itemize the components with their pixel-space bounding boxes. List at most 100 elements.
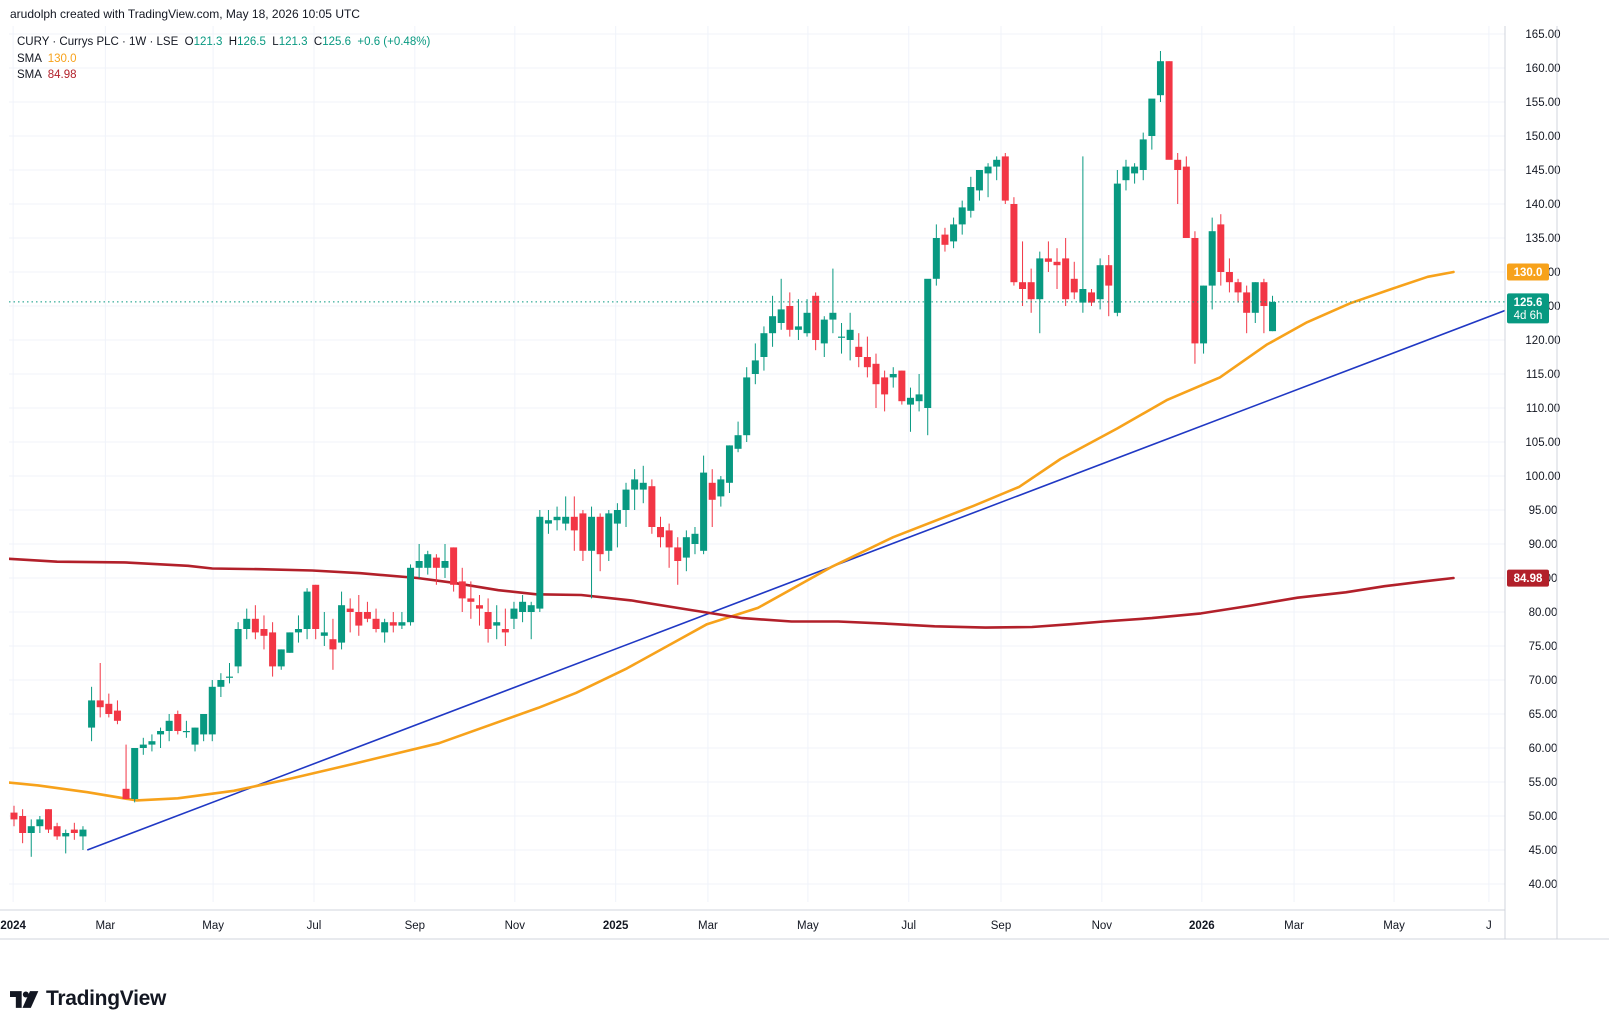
candle-body: [820, 319, 828, 344]
y-tick-label: 115.00: [1526, 369, 1560, 381]
candle-body: [648, 486, 656, 527]
candle-up: [536, 510, 544, 612]
candle-up: [131, 748, 139, 803]
candle-body: [389, 622, 397, 626]
candle-body: [777, 309, 785, 323]
legend-open-label: O: [184, 36, 194, 48]
candle-up: [769, 295, 777, 347]
candle-body: [363, 612, 371, 619]
legend-symbol: CURY · Currys PLC · 1W · LSE: [17, 36, 179, 48]
candle-body: [657, 527, 664, 538]
candle-body: [631, 479, 639, 490]
candle-down: [941, 227, 949, 252]
candle-down: [312, 584, 320, 640]
legend-ohlc-row: CURY · Currys PLC · 1W · LSE O121.3 H126…: [17, 34, 430, 51]
candle-down: [1010, 197, 1018, 286]
candle-up: [510, 601, 518, 629]
sma-fast-line: [9, 270, 1455, 802]
candle-body: [1001, 156, 1009, 201]
candle-up: [906, 387, 914, 432]
candle-down: [1053, 248, 1061, 289]
candle-body: [165, 720, 173, 731]
candle-body: [544, 520, 552, 524]
x-tick-label: Mar: [698, 920, 718, 932]
candle-up: [294, 615, 302, 643]
candle-body: [493, 622, 501, 626]
candle-up: [1036, 251, 1044, 334]
candle-body: [993, 159, 1001, 167]
candle-body: [424, 554, 432, 568]
candle-body: [674, 547, 682, 561]
candle-body: [458, 581, 466, 599]
candle-body: [174, 714, 182, 731]
candle-body: [131, 748, 139, 799]
candle-down: [475, 595, 483, 626]
candle-down: [329, 618, 337, 670]
candle-up: [1251, 282, 1259, 323]
y-tick-label: 80.00: [1529, 607, 1558, 619]
candle-down: [570, 496, 578, 551]
candle-up: [950, 217, 958, 249]
candle-down: [10, 805, 18, 827]
candle-body: [570, 516, 578, 531]
candle-body: [743, 377, 751, 436]
candle-body: [217, 680, 225, 687]
candle-body: [346, 608, 354, 612]
candle-body: [441, 561, 449, 568]
candle-body: [320, 632, 328, 636]
candle-body: [1010, 204, 1018, 283]
price-chart[interactable]: 40.00 45.00 50.00 55.00 60.00 65.00 70.00 75.00…: [0, 0, 1609, 1023]
candle-up: [838, 323, 846, 354]
candle-body: [682, 537, 690, 558]
candle-up: [1079, 156, 1087, 313]
y-tick-label: 40.00: [1529, 879, 1558, 891]
candle-up: [234, 622, 242, 674]
y-tick-label: 65.00: [1529, 709, 1558, 721]
candle-body: [1070, 278, 1078, 293]
candle-body: [975, 170, 983, 191]
legend-sma-fast-row[interactable]: SMA 130.0: [17, 51, 430, 68]
candle-down: [105, 693, 113, 718]
candle-body: [898, 370, 906, 402]
candle-body: [1079, 289, 1087, 303]
y-tick-label: 120.00: [1525, 335, 1560, 347]
candle-body: [562, 516, 570, 524]
chart-legend: CURY · Currys PLC · 1W · LSE O121.3 H126…: [17, 34, 430, 84]
candle-body: [303, 591, 311, 629]
candle-body: [605, 513, 613, 551]
candle-body: [398, 622, 406, 626]
legend-low-value: 121.3: [278, 36, 308, 48]
candle-body: [407, 567, 415, 623]
x-tick-label: J: [1486, 920, 1492, 932]
candle-body: [1062, 258, 1070, 300]
x-tick-label: Jul: [901, 920, 916, 932]
candle-up: [36, 816, 44, 833]
tradingview-logo[interactable]: TradingView: [10, 987, 166, 1011]
candle-up: [751, 343, 759, 385]
candle-up: [958, 200, 966, 235]
candle-up: [1113, 170, 1121, 317]
candle-body: [786, 306, 794, 330]
candle-body: [932, 238, 940, 279]
candle-up: [639, 465, 647, 504]
candle-up: [682, 530, 690, 572]
candle-body: [769, 316, 777, 334]
legend-sma-slow-row[interactable]: SMA 84.98: [17, 67, 430, 84]
x-tick-label: Nov: [505, 920, 526, 932]
candle-up: [820, 316, 828, 357]
candle-body: [717, 479, 725, 497]
x-tick-label: Sep: [405, 920, 425, 932]
candle-body: [519, 601, 527, 612]
candle-body: [19, 816, 27, 833]
candle-body: [941, 234, 949, 245]
x-tick-label: 2026: [1189, 920, 1215, 932]
candle-down: [1191, 231, 1199, 364]
candle-body: [829, 312, 837, 320]
candle-body: [1260, 282, 1268, 306]
candle-up: [407, 564, 415, 626]
candle-down: [812, 292, 820, 351]
tradingview-logo-text: TradingView: [46, 987, 167, 1010]
sma-slow-badge: 84.98: [1507, 569, 1549, 587]
candle-up: [1131, 163, 1139, 184]
candle-down: [657, 516, 664, 548]
